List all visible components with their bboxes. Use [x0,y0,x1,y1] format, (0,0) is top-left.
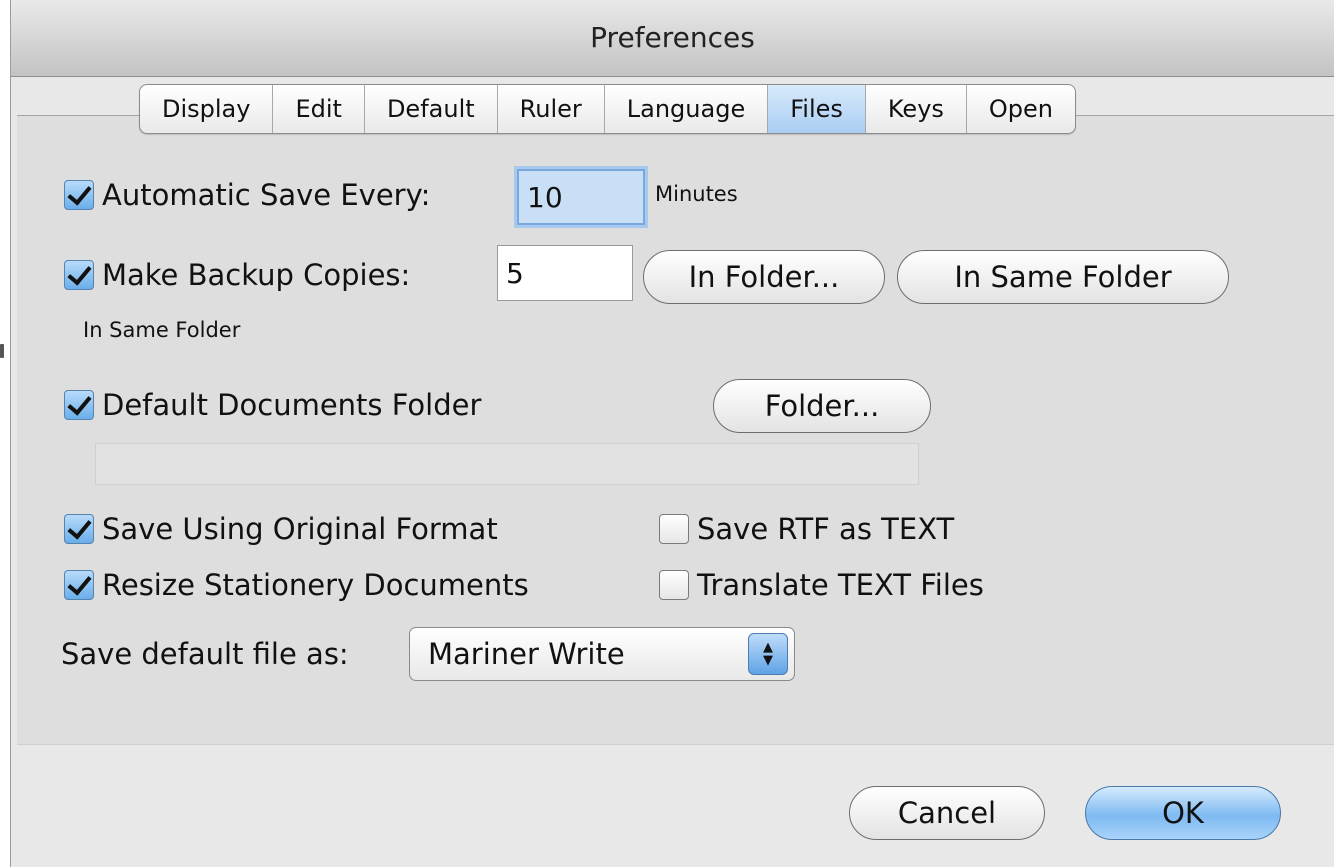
in-folder-button[interactable]: In Folder... [643,250,885,304]
up-down-arrows-icon: ▲ ▼ [748,633,788,675]
checkmark-icon [64,570,94,600]
default-docs-checkbox[interactable]: Default Documents Folder [64,388,481,422]
autosave-checkbox[interactable]: Automatic Save Every: [64,178,430,212]
tab-default[interactable]: Default [365,85,498,133]
save-default-selected: Mariner Write [428,637,625,671]
save-default-format-select[interactable]: Mariner Write ▲ ▼ [409,627,795,681]
preferences-window: Preferences Display Edit Default Ruler L… [10,0,1334,867]
backup-count-field[interactable]: 5 [497,245,633,301]
tab-display[interactable]: Display [140,85,274,133]
tab-bar: Display Edit Default Ruler Language File… [139,84,1077,134]
checkmark-icon [64,390,94,420]
ok-button[interactable]: OK [1085,786,1281,840]
tab-language[interactable]: Language [605,85,769,133]
resize-stationery-checkbox[interactable]: Resize Stationery Documents [64,568,529,602]
translate-text-files-checkbox[interactable]: Translate TEXT Files [659,568,984,602]
in-same-folder-button[interactable]: In Same Folder [897,250,1229,304]
checkmark-icon [64,514,94,544]
tab-open[interactable]: Open [967,85,1075,133]
save-original-format-checkbox[interactable]: Save Using Original Format [64,512,498,546]
folder-button[interactable]: Folder... [713,379,931,433]
background-window-edge [0,344,4,358]
window-title: Preferences [590,21,755,54]
translate-text-files-label: Translate TEXT Files [697,568,984,602]
default-folder-path-field [95,443,919,485]
cancel-button[interactable]: Cancel [849,786,1045,840]
backup-location-note: In Same Folder [83,318,241,342]
autosave-unit-label: Minutes [655,182,738,206]
save-rtf-as-text-label: Save RTF as TEXT [697,512,955,546]
checkmark-icon [64,180,94,210]
checkmark-icon [64,260,94,290]
resize-stationery-label: Resize Stationery Documents [102,568,529,602]
save-default-label: Save default file as: [61,637,349,671]
unchecked-box [659,570,689,600]
unchecked-box [659,514,689,544]
autosave-minutes-field[interactable]: 10 [517,169,645,225]
tab-keys[interactable]: Keys [866,85,967,133]
save-rtf-as-text-checkbox[interactable]: Save RTF as TEXT [659,512,954,546]
tab-edit[interactable]: Edit [273,85,365,133]
save-original-format-label: Save Using Original Format [102,512,498,546]
default-docs-label: Default Documents Folder [102,388,482,422]
tab-files[interactable]: Files [768,85,866,133]
title-bar[interactable]: Preferences [11,0,1334,77]
autosave-label: Automatic Save Every: [102,178,431,212]
backup-checkbox[interactable]: Make Backup Copies: [64,258,410,292]
tab-ruler[interactable]: Ruler [498,85,605,133]
backup-label: Make Backup Copies: [102,258,411,292]
